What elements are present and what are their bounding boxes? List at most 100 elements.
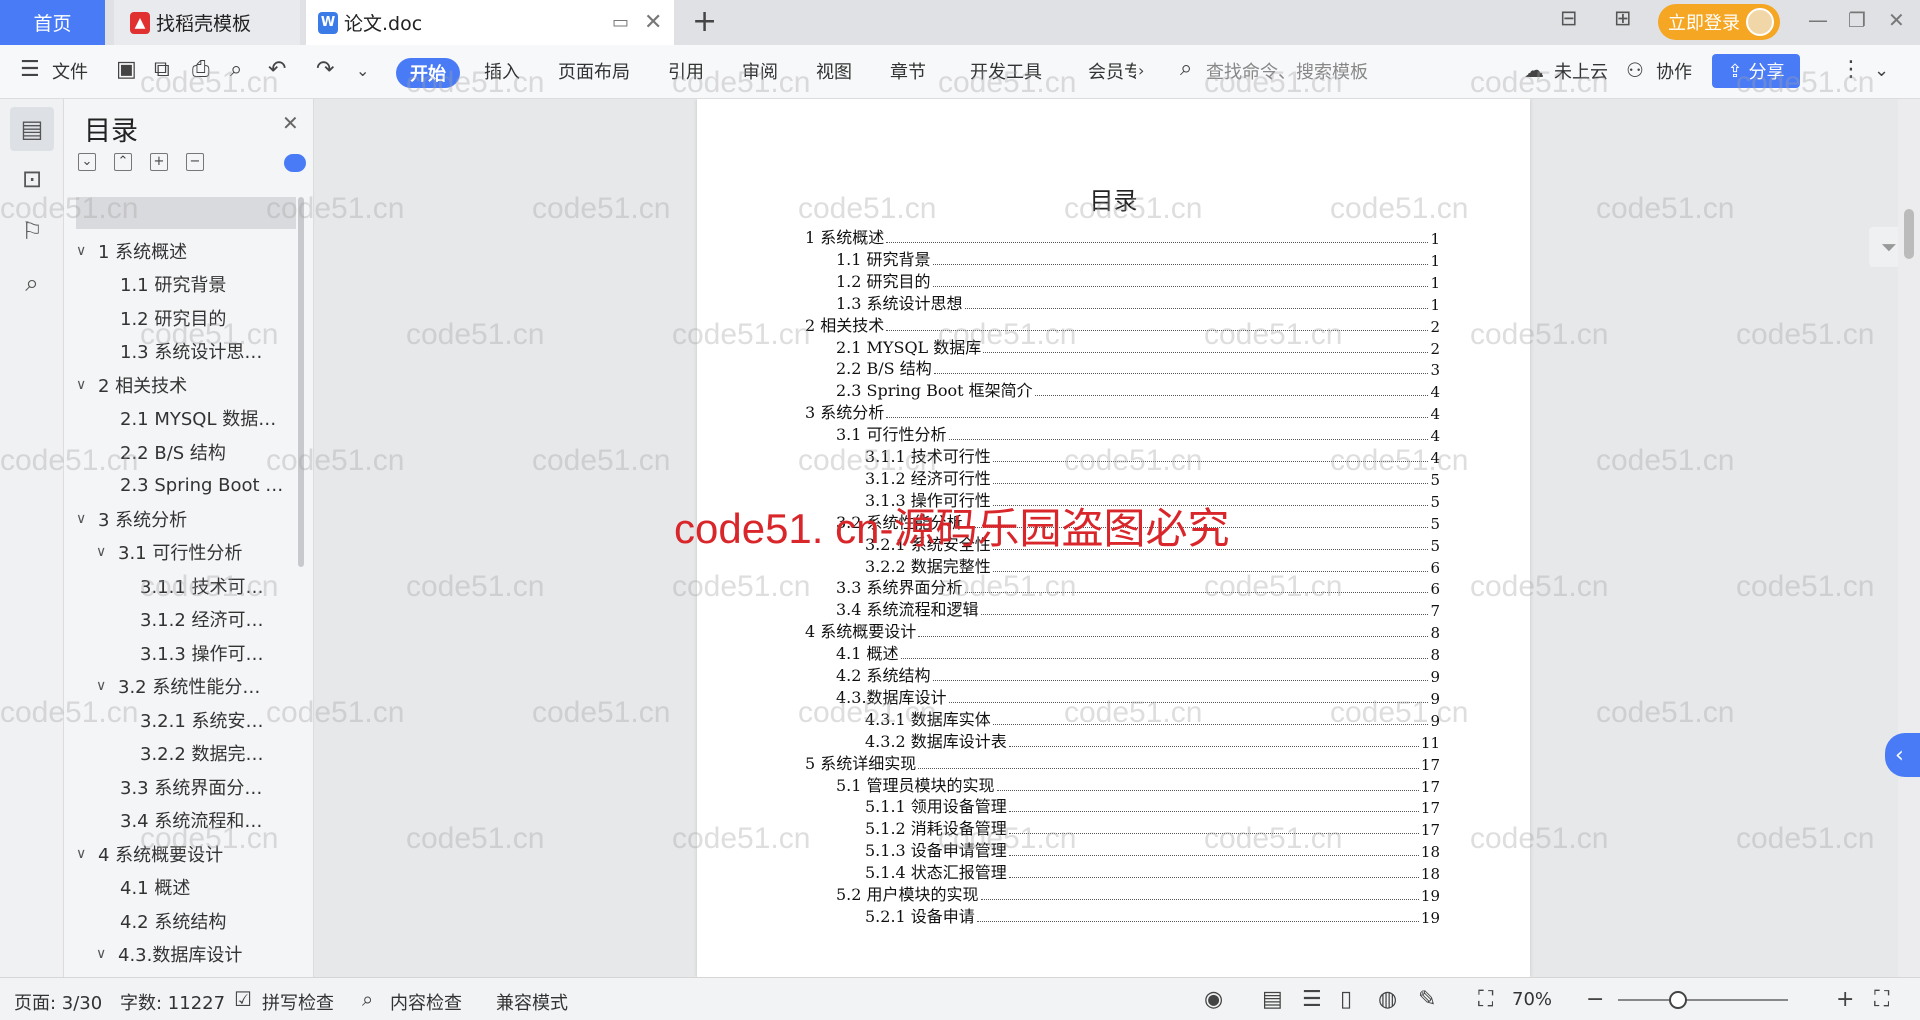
toc-tree-item[interactable]: 3.2.1 系统安… bbox=[116, 703, 264, 736]
share-button[interactable]: ⇪ 分享 bbox=[1712, 54, 1800, 88]
tab-docer-templates[interactable]: ▲ 找稻壳模板 bbox=[114, 0, 300, 45]
web-view-icon[interactable]: ◍ bbox=[1378, 987, 1397, 1012]
toc-tree-item[interactable]: ∨ 2 相关技术 bbox=[76, 368, 187, 401]
chapter-nav-icon[interactable]: ⊡ bbox=[10, 157, 54, 201]
find-icon[interactable]: ⌕ bbox=[10, 261, 54, 305]
save-icon[interactable]: ▣ bbox=[116, 57, 137, 82]
close-window-icon[interactable]: ✕ bbox=[1888, 8, 1905, 32]
export-icon[interactable]: ⧉ bbox=[154, 57, 170, 82]
menu-icon[interactable]: ☰ bbox=[20, 57, 40, 82]
chevron-down-icon[interactable]: ∨ bbox=[76, 377, 92, 393]
scroll-thumb[interactable] bbox=[1904, 209, 1914, 259]
zoom-slider-handle[interactable] bbox=[1668, 991, 1687, 1009]
toc-entry[interactable]: 4.3.2 数据库设计表 11 bbox=[865, 730, 1440, 752]
redo-icon[interactable]: ↷ bbox=[316, 57, 334, 82]
content-check-button[interactable]: 内容检查 bbox=[390, 989, 462, 1015]
toc-tree-item[interactable]: 1.2 研究目的 bbox=[96, 301, 226, 334]
toc-entry[interactable]: 5.2.1 设备申请 19 bbox=[865, 905, 1440, 927]
toc-entry[interactable]: 5 系统详细实现 17 bbox=[805, 752, 1440, 774]
tab-references[interactable]: 引用 bbox=[668, 58, 704, 84]
toc-entry[interactable]: 4.2 系统结构 9 bbox=[836, 664, 1440, 686]
expand-all-icon[interactable]: ⌄ bbox=[78, 153, 96, 171]
tab-document[interactable]: W 论文.doc ▭ ✕ bbox=[306, 0, 674, 45]
zoom-slider[interactable] bbox=[1618, 999, 1788, 1001]
document-scrollbar[interactable] bbox=[1898, 99, 1920, 977]
panel-scrollbar[interactable] bbox=[298, 197, 304, 567]
tab-view[interactable]: 视图 bbox=[816, 58, 852, 84]
tab-home-ribbon[interactable]: 开始 bbox=[396, 58, 460, 88]
tab-review[interactable]: 审阅 bbox=[742, 58, 778, 84]
toc-entry[interactable]: 4 系统概要设计 8 bbox=[805, 620, 1440, 642]
write-mode-icon[interactable]: ✎ bbox=[1418, 987, 1436, 1012]
file-menu[interactable]: 文件 bbox=[52, 58, 88, 84]
toc-entry[interactable]: 4.1 概述 8 bbox=[836, 642, 1440, 664]
toc-entry[interactable]: 5.2 用户模块的实现 19 bbox=[836, 883, 1440, 905]
chevron-down-icon[interactable]: ⌄ bbox=[356, 61, 369, 80]
toc-tree-item[interactable]: 2.3 Spring Boot … bbox=[96, 469, 283, 502]
chevron-right-icon[interactable]: › bbox=[1138, 61, 1144, 80]
new-tab-icon[interactable]: + bbox=[692, 4, 717, 39]
toc-entry[interactable]: 5.1.4 状态汇报管理 18 bbox=[865, 861, 1440, 883]
collaborate-button[interactable]: 协作 bbox=[1656, 58, 1692, 84]
chevron-down-icon[interactable]: ∨ bbox=[96, 946, 112, 962]
toc-tree-item[interactable]: 2.2 B/S 结构 bbox=[96, 435, 226, 468]
page-view-icon[interactable]: ▤ bbox=[1262, 987, 1283, 1012]
toc-tree-item[interactable]: ∨ 3.2 系统性能分… bbox=[96, 670, 260, 703]
toc-entry[interactable]: 2 相关技术 2 bbox=[805, 314, 1440, 336]
collapse-all-icon[interactable]: ⌃ bbox=[114, 153, 132, 171]
side-panel-expand-icon[interactable]: ‹ bbox=[1885, 733, 1920, 777]
toc-tree-item[interactable]: 3.1.3 操作可… bbox=[116, 636, 264, 669]
zoom-in-icon[interactable]: + bbox=[1836, 987, 1854, 1012]
tab-insert[interactable]: 插入 bbox=[484, 58, 520, 84]
toc-tree-item[interactable]: ∨ 4 系统概要设计 bbox=[76, 837, 223, 870]
fit-page-icon[interactable]: ⛶ bbox=[1478, 987, 1493, 1012]
toc-entry[interactable]: 3.1.1 技术可行性 4 bbox=[865, 445, 1440, 467]
zoom-out-icon[interactable]: − bbox=[1586, 987, 1604, 1012]
smart-toc-toggle-icon[interactable] bbox=[284, 154, 306, 172]
eye-protection-icon[interactable]: ◉ bbox=[1204, 987, 1223, 1012]
print-icon[interactable]: ⎙ bbox=[192, 57, 210, 82]
toc-entry[interactable]: 5.1.3 设备申请管理 18 bbox=[865, 839, 1440, 861]
toc-entry[interactable]: 3.4 系统流程和逻辑 7 bbox=[836, 598, 1440, 620]
undo-icon[interactable]: ↶ bbox=[268, 57, 286, 82]
toc-tree-item[interactable]: 3.2.2 数据完… bbox=[116, 737, 264, 770]
close-panel-icon[interactable]: ✕ bbox=[282, 111, 299, 135]
toc-entry[interactable]: 4.3.1 数据库实体 9 bbox=[865, 708, 1440, 730]
tab-page-layout[interactable]: 页面布局 bbox=[558, 58, 630, 84]
login-button[interactable]: 立即登录 bbox=[1658, 4, 1780, 40]
toc-tree-item[interactable]: ∨ 4.3.数据库设计 bbox=[96, 938, 242, 971]
add-heading-icon[interactable]: + bbox=[150, 153, 168, 171]
toc-entry[interactable]: 3.1 可行性分析 4 bbox=[836, 423, 1440, 445]
toc-tree-item[interactable]: 3.3 系统界面分… bbox=[96, 770, 262, 803]
minimize-icon[interactable]: — bbox=[1808, 8, 1828, 32]
outline-view-icon[interactable]: ☰ bbox=[1302, 987, 1322, 1012]
toc-tree-item[interactable]: ∨ 3 系统分析 bbox=[76, 502, 187, 535]
chevron-down-icon[interactable]: ∨ bbox=[96, 678, 112, 694]
layout-toggle-icon[interactable]: ⊟ bbox=[1560, 6, 1578, 30]
fullscreen-icon[interactable]: ⛶ bbox=[1874, 987, 1889, 1012]
tab-member[interactable]: 会员专 bbox=[1088, 58, 1136, 84]
more-icon[interactable]: ⋮ bbox=[1840, 57, 1862, 82]
word-count[interactable]: 字数: 11227 bbox=[120, 989, 225, 1015]
outline-icon[interactable]: ▤ bbox=[10, 107, 54, 151]
zoom-level[interactable]: 70% bbox=[1512, 989, 1552, 1010]
toc-tree-item[interactable]: 3.4 系统流程和… bbox=[96, 804, 262, 837]
toc-entry[interactable]: 3.1.2 经济可行性 5 bbox=[865, 467, 1440, 489]
chevron-down-icon[interactable]: ∨ bbox=[76, 243, 92, 259]
toc-entry[interactable]: 3 系统分析 4 bbox=[805, 401, 1440, 423]
toc-tree-item[interactable]: 4.1 概述 bbox=[96, 871, 190, 904]
toc-tree-item[interactable]: 1.3 系统设计思… bbox=[96, 335, 262, 368]
toc-entry[interactable]: 3.3 系统界面分析 6 bbox=[836, 576, 1440, 598]
toc-tree-item[interactable]: 1.1 研究背景 bbox=[96, 268, 226, 301]
toc-entry[interactable]: 2.2 B/S 结构 3 bbox=[836, 357, 1440, 379]
command-search-input[interactable]: 查找命令、搜索模板 bbox=[1206, 58, 1368, 84]
apps-grid-icon[interactable]: ⊞ bbox=[1614, 6, 1632, 30]
toc-entry[interactable]: 5.1.2 消耗设备管理 17 bbox=[865, 817, 1440, 839]
toc-entry[interactable]: 5.1.1 领用设备管理 17 bbox=[865, 795, 1440, 817]
toc-entry[interactable]: 1.2 研究目的 1 bbox=[836, 270, 1440, 292]
toc-entry[interactable]: 5.1 管理员模块的实现 17 bbox=[836, 774, 1440, 796]
toc-entry[interactable]: 4.3.数据库设计 9 bbox=[836, 686, 1440, 708]
restore-icon[interactable]: ❐ bbox=[1848, 8, 1866, 32]
toc-tree-item[interactable]: 2.1 MYSQL 数据… bbox=[96, 402, 276, 435]
chevron-down-icon[interactable]: ∨ bbox=[96, 544, 112, 560]
